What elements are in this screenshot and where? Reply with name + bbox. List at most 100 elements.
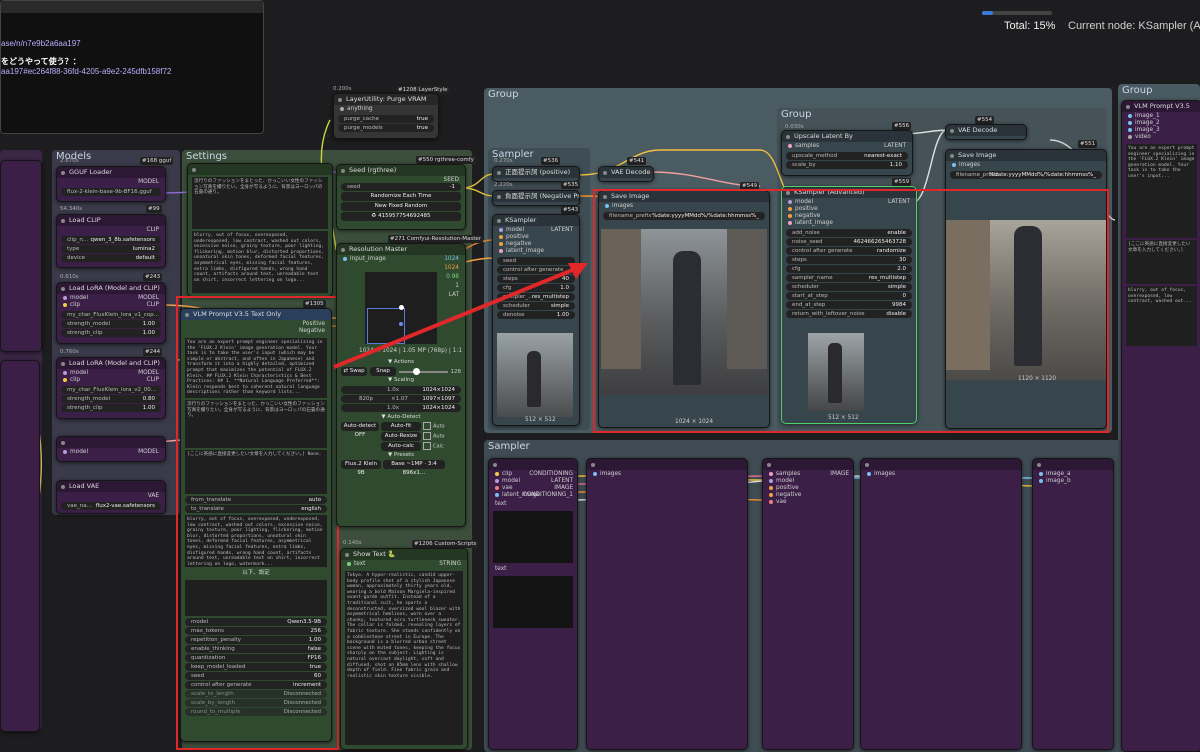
lora1-clip-port[interactable]: clip CLIP xyxy=(57,301,165,310)
bottom-text-1[interactable] xyxy=(493,511,573,563)
negative-prompt-node[interactable]: 負面提示詞 (Negative Prom xyxy=(492,190,580,206)
auto-fit-button[interactable]: Auto-fit xyxy=(381,422,421,431)
load-clip-title[interactable]: Load CLIP xyxy=(57,215,165,226)
upscale-port[interactable]: samples LATENT xyxy=(782,142,912,151)
save-b-prefix[interactable]: filename_prefix %date:yyyyMMdd%/%date:hhm… xyxy=(950,171,1102,179)
bottom-preview-node[interactable]: images xyxy=(860,458,1022,750)
scale-row-1[interactable]: 1.0x 1024×1024 xyxy=(341,386,461,394)
auto-detect-toggle[interactable]: Auto-detect OFF xyxy=(341,422,379,438)
settings-positive-text[interactable]: 流行りのファッションをまとった、かっこいい女性のファッション写真を撮りたい。全身… xyxy=(192,177,328,229)
lora2-clip-port[interactable]: clip CLIP xyxy=(57,376,165,385)
load-clip-node[interactable]: Load CLIP CLIP clip_n… qwen_3_8b.safetens… xyxy=(56,214,166,268)
right-in-4[interactable]: video xyxy=(1122,133,1200,142)
lora1-strength-clip[interactable]: strength_clip 1.00 xyxy=(61,329,161,337)
save-image-b-title[interactable]: Save Image xyxy=(946,150,1106,161)
vae-decode-a-node[interactable]: VAE Decode xyxy=(598,166,654,182)
auto-detect-header[interactable]: ▼ Auto-Detect xyxy=(337,413,465,422)
bottom-compare-node[interactable]: image_a image_b xyxy=(1032,458,1114,750)
bottom-compare-title[interactable] xyxy=(1033,459,1113,470)
auto-calc-button[interactable]: Auto-calc xyxy=(381,442,421,451)
model-reroute-title[interactable] xyxy=(57,437,165,448)
right-vlm-node[interactable]: VLM Prompt V3.5 image_1 image_2 image_3 … xyxy=(1121,100,1200,752)
vae-file-select[interactable]: vae_na… flux2-vae.safetensors xyxy=(61,502,161,510)
bottom-port-4[interactable]: latent_image CONDITIONING_1 xyxy=(489,491,577,500)
bottom-image-node[interactable]: images xyxy=(586,458,748,750)
seed-title[interactable]: Seed (rgthree) xyxy=(337,165,465,176)
show-text-node[interactable]: Show Text 🐍 text STRING Tokyo. A hyper-re… xyxy=(340,548,468,750)
lora2-strength-model[interactable]: strength_model 0.80 xyxy=(61,395,161,403)
model-reroute-port[interactable]: model MODEL xyxy=(57,448,165,457)
last-seed-button[interactable]: ♻ 415957754692485 xyxy=(341,212,461,221)
clip-out[interactable]: CLIP xyxy=(57,226,165,235)
bottom-image-title[interactable] xyxy=(587,459,747,470)
upscale-title[interactable]: Upscale Latent By xyxy=(782,131,912,142)
left-node-b[interactable] xyxy=(0,360,40,732)
purge-models-toggle[interactable]: purge_models true xyxy=(338,124,434,132)
clip-type-select[interactable]: type lumina2 xyxy=(61,245,161,253)
upscale-latent-node[interactable]: Upscale Latent By samples LATENT upscale_… xyxy=(781,130,913,176)
scaling-header[interactable]: ▼ Scaling xyxy=(337,376,465,385)
auto-resize-button[interactable]: Auto-Resize xyxy=(381,432,421,441)
presets-header[interactable]: ▼ Presets xyxy=(337,451,465,460)
save-b-port[interactable]: images xyxy=(946,161,1106,170)
right-system-text[interactable]: You are an expert prompt engineer specia… xyxy=(1126,144,1197,238)
purge-title[interactable]: LayerUtility: Purge VRAM xyxy=(334,94,438,105)
upscale-scale-input[interactable]: scale_by 1.10 xyxy=(786,161,908,169)
lora1-strength-model[interactable]: strength_model 1.00 xyxy=(61,320,161,328)
ksampler-title[interactable]: KSampler xyxy=(493,215,579,226)
lora1-node[interactable]: Load LoRA (Model and CLIP) model MODEL cl… xyxy=(56,282,166,344)
scale-row-2[interactable]: 820p ×1.07 1097×1097 xyxy=(341,395,461,403)
seed-value-input[interactable]: seed -1 xyxy=(341,183,461,191)
gguf-loader-node[interactable]: GGUF Loader MODEL flux-2-klein-base-9b-B… xyxy=(56,166,166,202)
vae-decode-b-title[interactable]: VAE Decode xyxy=(946,125,1026,136)
negative-prompt-title[interactable]: 負面提示詞 (Negative Prom xyxy=(493,191,579,202)
lora2-name-select[interactable]: my_char_FluxKlein_lora_v2_00… xyxy=(61,386,161,394)
preset-size-select[interactable]: Base ~1MP · 3:4 896x1… xyxy=(383,460,445,476)
scale-row-3[interactable]: 1.0x 1024×1024 xyxy=(341,404,461,412)
gguf-out-model[interactable]: MODEL xyxy=(57,178,165,187)
upscale-method-select[interactable]: upscale_method nearest-exact xyxy=(786,152,908,160)
positive-prompt-node[interactable]: 正面提示詞 (positive) xyxy=(492,166,580,182)
gguf-loader-title[interactable]: GGUF Loader xyxy=(57,167,165,178)
bottom-text-2[interactable] xyxy=(493,576,573,628)
seed-node[interactable]: Seed (rgthree) SEED seed -1 Randomize Eac… xyxy=(336,164,466,230)
right-direct-text[interactable]: [ここに英語に直接変更したい文章を入力してください。] xyxy=(1126,240,1197,284)
load-vae-node[interactable]: Load VAE VAE vae_na… flux2-vae.safetensor… xyxy=(56,480,166,514)
vae-decode-a-title[interactable]: VAE Decode xyxy=(599,167,653,178)
load-vae-title[interactable]: Load VAE xyxy=(57,481,165,492)
right-negative-text[interactable]: blurry, out of focus, overexposed, low c… xyxy=(1126,286,1197,346)
show-text-port[interactable]: text STRING xyxy=(341,560,467,569)
info-link-2[interactable]: aa197#ec264f88-36fd-4205-a9e2-245dfb158f… xyxy=(1,67,171,76)
new-fixed-random-button[interactable]: New Fixed Random xyxy=(341,202,461,211)
bottom-decode-title[interactable] xyxy=(763,459,853,470)
calc-checkbox[interactable]: Calc xyxy=(423,442,444,451)
bottom-image-port[interactable]: images xyxy=(587,470,747,479)
bottom-preview-port[interactable]: images xyxy=(861,470,1021,479)
clip-name-select[interactable]: clip_n… qwen_3_8b.safetensors xyxy=(61,236,161,244)
bottom-decode-port-5[interactable]: vae xyxy=(763,498,853,507)
right-vlm-title[interactable]: VLM Prompt V3.5 xyxy=(1122,101,1200,112)
bottom-decode-node[interactable]: samples IMAGE model positive negative vae xyxy=(762,458,854,750)
lora2-node[interactable]: Load LoRA (Model and CLIP) model MODEL cl… xyxy=(56,357,166,419)
vae-out[interactable]: VAE xyxy=(57,492,165,501)
purge-vram-node[interactable]: LayerUtility: Purge VRAM anything purge_… xyxy=(333,93,439,139)
lora1-title[interactable]: Load LoRA (Model and CLIP) xyxy=(57,283,165,294)
show-text-output[interactable]: Tokyo. A hyper-realistic, candid upper-b… xyxy=(345,571,463,745)
settings-text-title[interactable] xyxy=(188,164,332,175)
bottom-encode-title[interactable] xyxy=(489,459,577,470)
lora2-strength-clip[interactable]: strength_clip 1.00 xyxy=(61,404,161,412)
bottom-text-encode-node[interactable]: clip CONDITIONING model LATENT vae IMAGE la… xyxy=(488,458,578,750)
purge-cache-toggle[interactable]: purge_cache true xyxy=(338,115,434,123)
bottom-preview-title[interactable] xyxy=(861,459,1021,470)
info-link-1[interactable]: ase/n/n7e9b2a6aa197 xyxy=(1,39,81,48)
show-text-title[interactable]: Show Text 🐍 xyxy=(341,549,467,560)
auto-resize-checkbox[interactable]: Auto xyxy=(423,432,445,441)
lora1-name-select[interactable]: my_char_FluxKlein_lora_v1_cop… xyxy=(61,311,161,319)
auto-checkbox[interactable]: Auto xyxy=(423,422,445,431)
vae-decode-b-node[interactable]: VAE Decode xyxy=(945,124,1027,140)
randomize-each-time-button[interactable]: Randomize Each Time xyxy=(341,192,461,201)
model-reroute-node[interactable]: model MODEL xyxy=(56,436,166,462)
positive-prompt-title[interactable]: 正面提示詞 (positive) xyxy=(493,167,579,178)
left-node-a[interactable] xyxy=(0,160,42,352)
purge-anything-port[interactable]: anything xyxy=(334,105,438,114)
